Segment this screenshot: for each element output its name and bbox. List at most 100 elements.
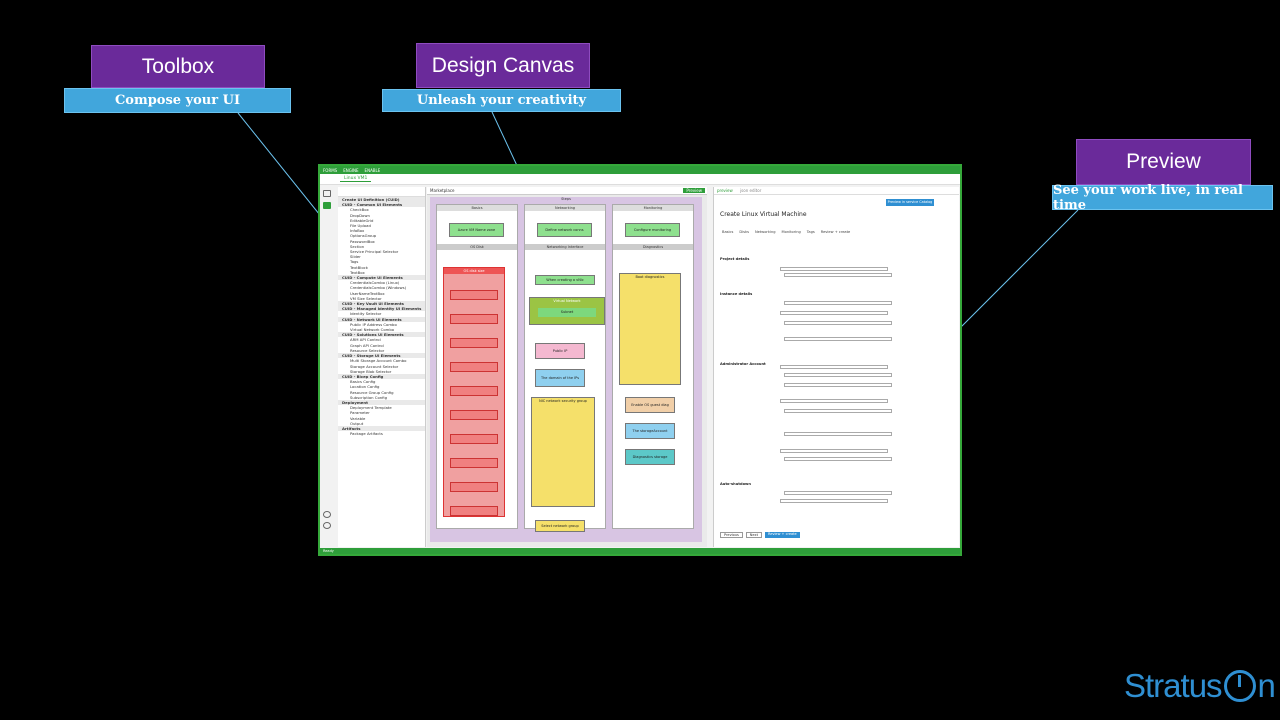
- group-header: Diagnostics: [613, 244, 693, 250]
- preview-callout-title: Preview: [1076, 139, 1251, 185]
- boot-diagnostics-group[interactable]: Boot diagnostics: [619, 273, 681, 385]
- group-header: Networking Interface: [525, 244, 605, 250]
- brand-text-end: n: [1257, 667, 1276, 704]
- disk-field[interactable]: [450, 338, 498, 348]
- brand-text: Stratus: [1124, 667, 1223, 704]
- toolbox-search[interactable]: [338, 187, 425, 197]
- preview-steps: Basics Disks Networking Monitoring Tags Revie…: [722, 230, 850, 234]
- disk-field[interactable]: [450, 458, 498, 468]
- inner-header: Boot diagnostics: [635, 275, 665, 279]
- preview-step-tab[interactable]: Basics: [722, 230, 733, 234]
- preview-footer: Previous Next Review + create: [720, 532, 800, 538]
- step-box[interactable]: Configure monitoring: [625, 223, 680, 237]
- preview-field[interactable]: [784, 457, 892, 461]
- toolbox-callout-subtitle: Compose your UI: [64, 88, 291, 113]
- nsg-header: NIC network security group: [539, 399, 587, 403]
- next-button[interactable]: Next: [745, 532, 762, 538]
- canvas-lane: Monitoring Configure monitoring Diagnostic…: [612, 204, 694, 529]
- tab-linux-vm1[interactable]: Linux VM1: [340, 176, 372, 182]
- title-segment: ENGINE: [343, 167, 359, 173]
- group-header: OS Disk: [437, 244, 517, 250]
- preview-field[interactable]: [784, 491, 892, 495]
- network-group-box[interactable]: Select network group: [535, 520, 585, 532]
- preview-panel: preview json editor Preview in service C…: [713, 187, 959, 547]
- power-icon: [1223, 670, 1256, 702]
- preview-field[interactable]: [784, 409, 892, 413]
- disk-field[interactable]: [450, 314, 498, 324]
- disk-field[interactable]: [450, 410, 498, 420]
- preview-field[interactable]: [784, 301, 892, 305]
- inner-header: Virtual Network: [553, 299, 581, 303]
- guest-diag-box[interactable]: Enable OS guest diag: [625, 397, 675, 413]
- preview-field[interactable]: [784, 373, 892, 377]
- title-bar: FORMS ENGINE ENABLE: [320, 166, 960, 174]
- canvas-callout-subtitle: Unleash your creativity: [382, 89, 621, 112]
- home-icon[interactable]: [323, 190, 331, 197]
- account-icon[interactable]: [323, 511, 331, 518]
- status-bar: Ready: [320, 548, 960, 554]
- title-segment: ENABLE: [364, 167, 381, 173]
- storage-account-box[interactable]: The storageAccount: [625, 423, 675, 439]
- canvas-callout-title: Design Canvas: [416, 43, 590, 88]
- disk-field[interactable]: [450, 290, 498, 300]
- preview-in-catalog-button[interactable]: Preview in service Catalog: [886, 199, 934, 206]
- review-create-button[interactable]: Review + create: [764, 532, 800, 538]
- title-segment: FORMS: [323, 167, 338, 173]
- preview-section-heading: Instance details: [720, 292, 753, 296]
- disk-field[interactable]: [450, 386, 498, 396]
- app-window: FORMS ENGINE ENABLE Linux VM1 Create UI …: [318, 164, 962, 556]
- preview-field[interactable]: [784, 432, 892, 436]
- preview-field[interactable]: [780, 499, 888, 503]
- preview-title: Create Linux Virtual Machine: [720, 211, 807, 218]
- toolbox-callout-title: Toolbox: [91, 45, 265, 88]
- canvas-lane: Basics Azure VM Name zone OS Disk OS disk s…: [436, 204, 518, 529]
- disk-field[interactable]: [450, 482, 498, 492]
- toolbox-item[interactable]: Package Artifacts: [338, 431, 425, 436]
- preview-toggle-button[interactable]: Preview: [683, 188, 705, 193]
- preview-section-heading: Auto-shutdown: [720, 482, 751, 486]
- domain-box[interactable]: The domain of the IPs: [535, 369, 585, 387]
- preview-field[interactable]: [784, 273, 892, 277]
- step-box[interactable]: Define network conns: [537, 223, 592, 237]
- canvas-toolbar: Marketplace Preview: [427, 187, 707, 195]
- step-box[interactable]: Azure VM Name zone: [449, 223, 504, 237]
- diag-storage-box[interactable]: Diagnostics storage: [625, 449, 675, 465]
- disk-field[interactable]: [450, 506, 498, 516]
- tab-preview[interactable]: preview: [717, 188, 733, 193]
- tab-json-editor[interactable]: json editor: [740, 188, 761, 193]
- disk-field[interactable]: [450, 434, 498, 444]
- toolbox-icon[interactable]: [323, 202, 331, 209]
- preview-section-heading: Project details: [720, 257, 750, 261]
- disk-field[interactable]: [450, 362, 498, 372]
- preview-field[interactable]: [780, 311, 888, 315]
- preview-step-tab[interactable]: Disks: [739, 230, 749, 234]
- document-tabs: Linux VM1: [320, 174, 960, 185]
- preview-step-tab[interactable]: Tags: [807, 230, 815, 234]
- os-disk-group[interactable]: OS disk size: [443, 267, 505, 517]
- preview-tabs: preview json editor: [714, 187, 959, 195]
- nsg-group[interactable]: NIC network security group: [531, 397, 595, 507]
- preview-step-tab[interactable]: Monitoring: [782, 230, 801, 234]
- preview-field[interactable]: [780, 365, 888, 369]
- lane-header: Basics: [437, 205, 517, 211]
- settings-icon[interactable]: [323, 522, 331, 529]
- subnet-box[interactable]: Subnet: [538, 308, 596, 317]
- canvas-header: Steps: [561, 197, 571, 201]
- toolbox-panel: Create UI Definition (CUID) CUID - Common…: [338, 187, 426, 547]
- public-ip-box[interactable]: Public IP: [535, 343, 585, 359]
- inner-header: OS disk size: [444, 268, 504, 274]
- preview-field[interactable]: [780, 267, 888, 271]
- preview-step-tab[interactable]: Networking: [755, 230, 776, 234]
- virtual-network-group[interactable]: Virtual Network Subnet: [529, 297, 605, 325]
- canvas-breadcrumb: Marketplace: [430, 188, 455, 193]
- preview-field[interactable]: [780, 399, 888, 403]
- canvas-surface: Steps Basics Azure VM Name zone OS Disk OS …: [430, 197, 702, 542]
- toolbox-list: Create UI Definition (CUID) CUID - Common…: [338, 197, 425, 436]
- preview-field[interactable]: [784, 321, 892, 325]
- preview-step-tab[interactable]: Review + create: [821, 230, 851, 234]
- vnic-box[interactable]: When creating a vNic: [535, 275, 595, 285]
- preview-field[interactable]: [784, 383, 892, 387]
- preview-field[interactable]: [784, 337, 892, 341]
- previous-button[interactable]: Previous: [720, 532, 743, 538]
- preview-field[interactable]: [780, 449, 888, 453]
